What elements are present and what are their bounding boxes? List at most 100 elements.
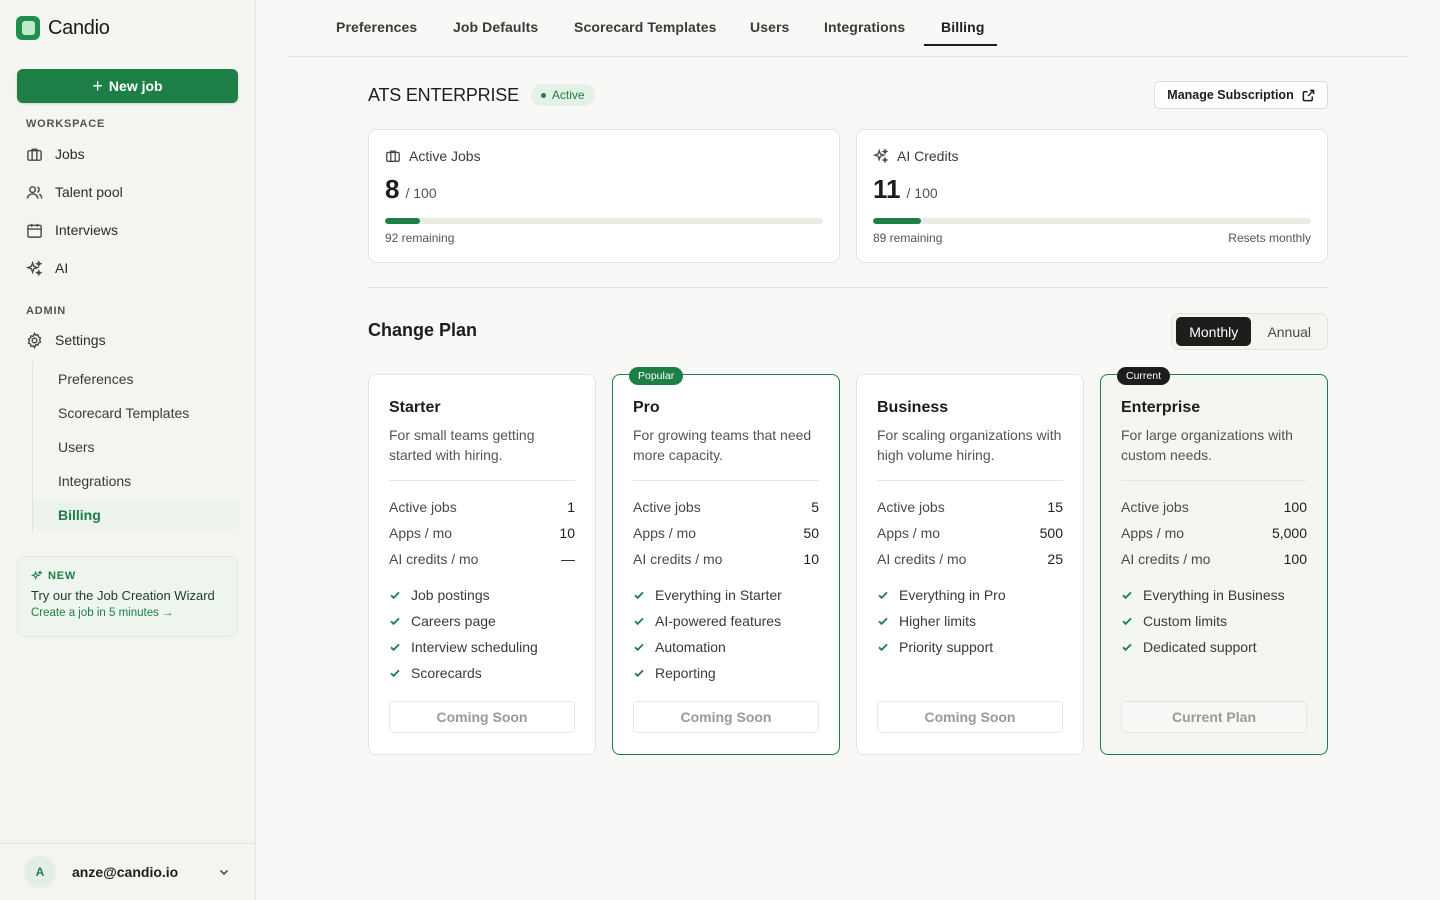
feature-item: Reporting <box>633 660 819 686</box>
usage-label-text: Active Jobs <box>409 148 481 164</box>
sidebar-item-jobs[interactable]: Jobs <box>26 143 85 165</box>
calendar-icon <box>27 223 42 238</box>
manage-subscription-button[interactable]: Manage Subscription <box>1154 81 1328 109</box>
plan-features: Everything in Pro Higher limits Priority s… <box>877 582 1063 660</box>
plan-description: For large organizations with custom need… <box>1121 427 1293 463</box>
limit-label: AI credits / mo <box>877 551 967 567</box>
sidebar-item-interviews[interactable]: Interviews <box>26 219 118 241</box>
tab-scorecard-templates[interactable]: Scorecard Templates <box>574 19 716 35</box>
plan-features: Job postings Careers page Interview schedu… <box>389 582 575 686</box>
limit-row: Apps / mo 500 <box>877 520 1063 546</box>
limit-value: 10 <box>559 525 575 541</box>
usage-remaining: 89 remaining <box>873 231 943 245</box>
subnav-item-scorecard-templates[interactable]: Scorecard Templates <box>33 398 239 428</box>
usage-footer: 89 remaining Resets monthly <box>873 231 1311 245</box>
plan-title: Enterprise <box>1121 399 1201 416</box>
tab-integrations[interactable]: Integrations <box>824 19 905 35</box>
plan-card-business: Business For scaling organizations with h… <box>856 374 1084 755</box>
app-logo[interactable]: Candio <box>16 16 110 40</box>
subnav-item-billing[interactable]: Billing <box>33 500 239 530</box>
feature-item: Custom limits <box>1121 608 1307 634</box>
sidebar-item-label: AI <box>55 260 69 276</box>
check-icon <box>1122 591 1132 600</box>
promo-tag: NEW <box>31 570 224 582</box>
plan-limits: Active jobs 1 Apps / mo 10 AI credits / mo — <box>389 494 575 572</box>
plus-icon: + <box>92 76 103 96</box>
check-icon <box>390 643 400 652</box>
subnav-item-users[interactable]: Users <box>33 432 239 462</box>
section-divider <box>368 287 1328 288</box>
limit-label: AI credits / mo <box>633 551 723 567</box>
usage-label: AI Credits <box>873 148 1311 164</box>
users-icon <box>26 185 43 199</box>
promo-tag-label: NEW <box>48 570 77 582</box>
usage-progress-bar <box>873 218 1311 224</box>
plan-action-button[interactable]: Coming Soon <box>633 701 819 733</box>
plan-divider <box>633 480 819 481</box>
admin-section-label: ADMIN <box>26 305 67 317</box>
tab-users[interactable]: Users <box>750 19 789 35</box>
sidebar-item-label: Jobs <box>55 146 85 162</box>
limit-row: Active jobs 100 <box>1121 494 1307 520</box>
user-menu[interactable]: A anze@candio.io <box>0 843 255 900</box>
sidebar-item-label: Settings <box>55 332 106 348</box>
plan-action-button[interactable]: Coming Soon <box>389 701 575 733</box>
usage-card-active-jobs: Active Jobs 8 / 100 92 remaining <box>368 129 840 263</box>
current-plan-name: ATS ENTERPRISE <box>368 84 519 105</box>
plan-divider <box>389 480 575 481</box>
limit-value: 10 <box>803 551 819 567</box>
tab-billing[interactable]: Billing <box>941 19 984 35</box>
limit-row: Apps / mo 5,000 <box>1121 520 1307 546</box>
limit-value: 25 <box>1047 551 1063 567</box>
plan-title: Business <box>877 399 949 416</box>
sidebar-item-label: Interviews <box>55 222 119 238</box>
plan-divider <box>1121 480 1307 481</box>
check-icon <box>634 643 644 652</box>
billing-option-monthly[interactable]: Monthly <box>1176 317 1252 346</box>
plan-badge: Current <box>1117 367 1171 385</box>
sidebar-item-ai[interactable]: AI <box>26 257 68 279</box>
new-job-button[interactable]: + New job <box>17 69 238 103</box>
tab-preferences[interactable]: Preferences <box>336 19 417 35</box>
status-text: Active <box>551 88 585 102</box>
plan-description: For growing teams that need more capacit… <box>633 427 812 463</box>
chevron-down-icon[interactable] <box>218 866 230 878</box>
billing-option-annual[interactable]: Annual <box>1255 317 1323 346</box>
feature-item: Dedicated support <box>1121 634 1307 660</box>
status-badge: Active <box>530 84 595 106</box>
tab-job-defaults[interactable]: Job Defaults <box>453 19 538 35</box>
feature-label: Reporting <box>655 665 716 681</box>
plan-action-button[interactable]: Coming Soon <box>877 701 1063 733</box>
usage-note: Resets monthly <box>1228 231 1311 245</box>
feature-item: Interview scheduling <box>389 634 575 660</box>
plan-divider <box>877 480 1063 481</box>
logo-icon <box>16 16 40 40</box>
sidebar-item-talent-pool[interactable]: Talent pool <box>26 181 123 203</box>
plan-action-button[interactable]: Current Plan <box>1121 701 1307 733</box>
feature-label: Everything in Pro <box>899 587 1006 603</box>
plan-title: Pro <box>633 399 660 416</box>
plan-badge: Popular <box>629 367 684 385</box>
limit-label: Active jobs <box>389 499 457 515</box>
settings-subnav: Preferences Scorecard Templates Users In… <box>32 362 239 532</box>
sidebar-item-settings[interactable]: Settings <box>26 329 106 351</box>
workspace-section-label: WORKSPACE <box>26 118 106 130</box>
feature-item: Higher limits <box>877 608 1063 634</box>
feature-label: Careers page <box>411 613 496 629</box>
limit-row: Active jobs 5 <box>633 494 819 520</box>
usage-value: 8 / 100 <box>385 174 823 205</box>
promo-link[interactable]: Create a job in 5 minutes → <box>31 607 224 619</box>
limit-value: — <box>561 551 575 567</box>
plan-limits: Active jobs 15 Apps / mo 500 AI credits / mo… <box>877 494 1063 572</box>
feature-item: Everything in Business <box>1121 582 1307 608</box>
subnav-item-preferences[interactable]: Preferences <box>33 364 239 394</box>
promo-card[interactable]: NEW Try our the Job Creation Wizard Crea… <box>17 556 238 637</box>
subnav-item-integrations[interactable]: Integrations <box>33 466 239 496</box>
app-name: Candio <box>48 16 110 39</box>
plan-description: For small teams getting started with hir… <box>389 427 535 463</box>
limit-value: 1 <box>567 499 575 515</box>
settings-tabs: Preferences Job Defaults Scorecard Templ… <box>288 0 1408 57</box>
plan-limits: Active jobs 100 Apps / mo 5,000 AI credits /… <box>1121 494 1307 572</box>
feature-label: Interview scheduling <box>411 639 538 655</box>
sidebar: Candio + New job WORKSPACE Jobs Talent p… <box>0 0 256 900</box>
